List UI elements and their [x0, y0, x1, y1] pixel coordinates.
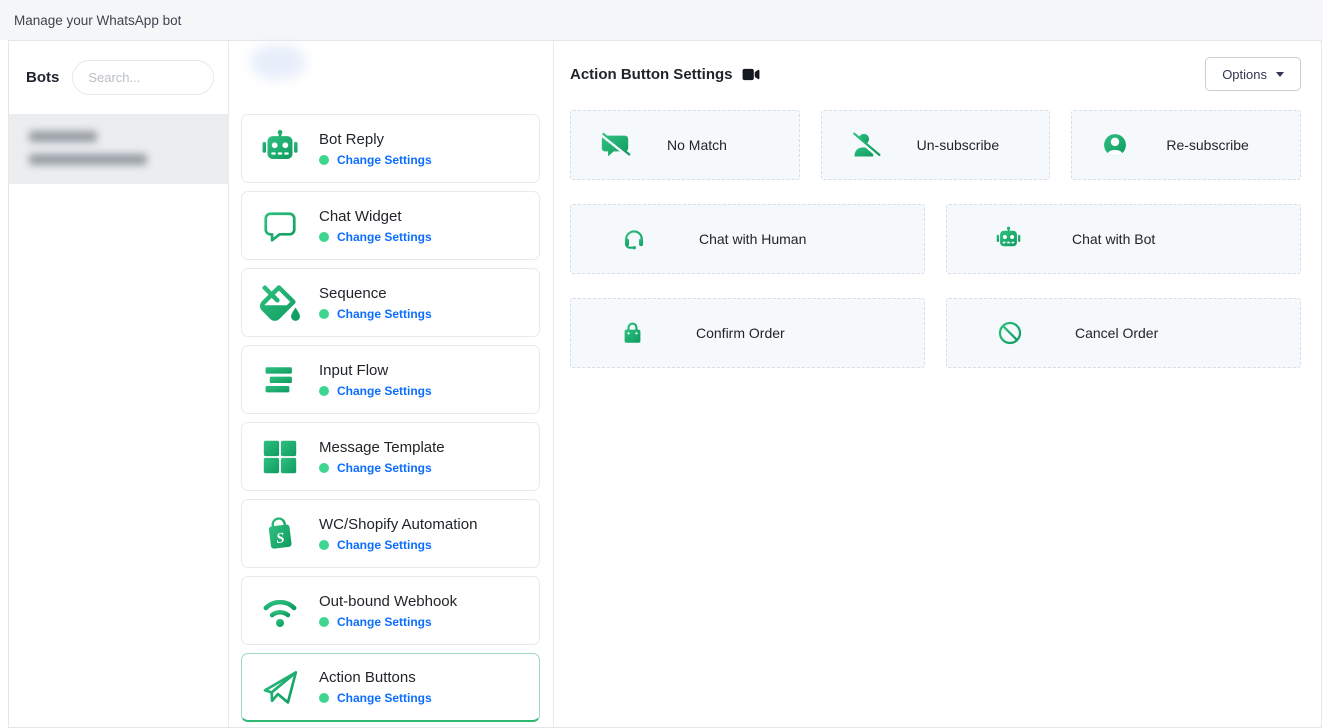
options-button-label: Options [1222, 67, 1267, 82]
status-dot-icon [319, 463, 329, 473]
wifi-icon [257, 592, 302, 629]
action-button-no-match[interactable]: No Match [570, 110, 800, 180]
bag-shopping-icon [619, 319, 646, 347]
action-button-chat-with-bot[interactable]: Chat with Bot [946, 204, 1301, 274]
top-bar: Manage your WhatsApp bot [0, 0, 1323, 40]
action-button-label: Chat with Bot [1072, 231, 1155, 247]
settings-card-action-buttons[interactable]: Action Buttons Change Settings [241, 653, 540, 722]
action-button-settings-panel: Action Button Settings Options No [554, 41, 1321, 727]
sidebar-heading: Bots [26, 69, 59, 86]
fill-drip-icon [257, 285, 302, 321]
sidebar-header: Bots [9, 41, 228, 114]
search-input[interactable] [72, 60, 214, 95]
settings-card-input-flow[interactable]: Input Flow Change Settings [241, 345, 540, 414]
action-button-cancel-order[interactable]: Cancel Order [946, 298, 1301, 368]
comment-slash-icon [599, 131, 631, 160]
change-settings-link[interactable]: Change Settings [337, 307, 432, 321]
settings-card-message-template[interactable]: Message Template Change Settings [241, 422, 540, 491]
settings-card-bot-reply[interactable]: Bot Reply Change Settings [241, 114, 540, 183]
status-dot-icon [319, 540, 329, 550]
action-button-label: Chat with Human [699, 231, 806, 247]
change-settings-link[interactable]: Change Settings [337, 230, 432, 244]
user-slash-icon [850, 131, 881, 160]
selected-bot-item[interactable] [9, 114, 228, 184]
settings-card-chat-widget[interactable]: Chat Widget Change Settings [241, 191, 540, 260]
video-camera-icon[interactable] [742, 67, 760, 82]
change-settings-link[interactable]: Change Settings [337, 461, 432, 475]
settings-cards-column: Bot Reply Change Settings Chat Widget Ch… [229, 41, 554, 727]
options-button[interactable]: Options [1205, 57, 1301, 91]
headset-icon [619, 225, 649, 254]
status-dot-icon [319, 693, 329, 703]
action-button-chat-with-human[interactable]: Chat with Human [570, 204, 925, 274]
status-dot-icon [319, 309, 329, 319]
settings-card-outbound-webhook[interactable]: Out-bound Webhook Change Settings [241, 576, 540, 645]
redacted-bot-phone [29, 154, 147, 165]
robot-icon [257, 129, 302, 169]
status-dot-icon [319, 155, 329, 165]
action-button-un-subscribe[interactable]: Un-subscribe [821, 110, 1051, 180]
action-button-label: No Match [667, 137, 727, 153]
card-title: WC/Shopify Automation [319, 516, 477, 533]
user-circle-icon [1100, 130, 1130, 160]
redacted-bot-name [29, 131, 97, 142]
card-title: Message Template [319, 439, 445, 456]
action-button-label: Un-subscribe [917, 137, 999, 153]
status-dot-icon [319, 386, 329, 396]
settings-card-sequence[interactable]: Sequence Change Settings [241, 268, 540, 337]
robot-icon [995, 226, 1022, 253]
action-button-label: Cancel Order [1075, 325, 1158, 341]
change-settings-link[interactable]: Change Settings [337, 538, 432, 552]
shopify-icon: S [257, 514, 302, 554]
page-title: Manage your WhatsApp bot [14, 13, 181, 28]
main-panel: Bots Bot Reply Change Settings [8, 40, 1322, 728]
status-dot-icon [319, 617, 329, 627]
change-settings-link[interactable]: Change Settings [337, 384, 432, 398]
card-title: Input Flow [319, 362, 432, 379]
change-settings-link[interactable]: Change Settings [337, 691, 432, 705]
card-title: Chat Widget [319, 208, 432, 225]
ban-icon [995, 318, 1025, 348]
status-dot-icon [319, 232, 329, 242]
card-title: Bot Reply [319, 131, 432, 148]
action-button-confirm-order[interactable]: Confirm Order [570, 298, 925, 368]
action-button-re-subscribe[interactable]: Re-subscribe [1071, 110, 1301, 180]
paper-plane-icon [257, 667, 302, 707]
action-button-label: Confirm Order [696, 325, 785, 341]
action-button-label: Re-subscribe [1166, 137, 1248, 153]
chat-bubble-icon [257, 207, 302, 245]
change-settings-link[interactable]: Change Settings [337, 153, 432, 167]
card-title: Out-bound Webhook [319, 593, 457, 610]
change-settings-link[interactable]: Change Settings [337, 615, 432, 629]
blurred-blob [250, 44, 306, 80]
settings-card-wc-shopify-automation[interactable]: S WC/Shopify Automation Change Settings [241, 499, 540, 568]
grid-icon [257, 439, 302, 475]
panel-title: Action Button Settings [570, 66, 732, 83]
caret-down-icon [1276, 72, 1284, 77]
card-title: Action Buttons [319, 669, 432, 686]
bots-sidebar: Bots [9, 41, 229, 727]
card-title: Sequence [319, 285, 432, 302]
bars-icon [257, 363, 302, 397]
